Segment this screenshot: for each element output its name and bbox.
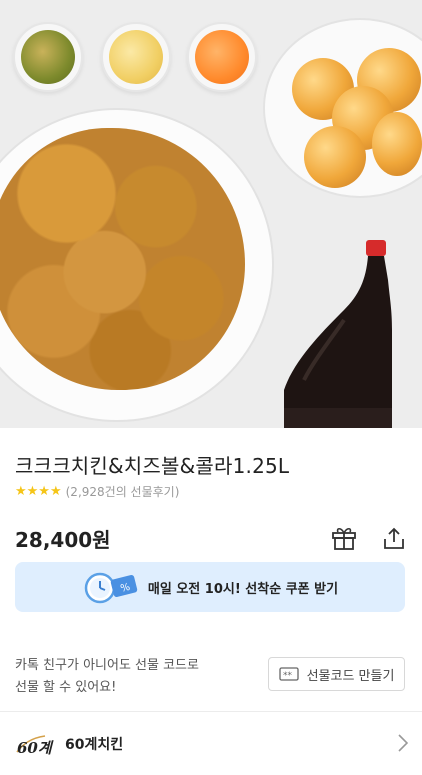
gift-icon bbox=[332, 527, 356, 550]
product-image bbox=[0, 0, 422, 428]
dip-sauce-orange bbox=[187, 22, 257, 92]
brand-logo: 60계 bbox=[15, 732, 55, 757]
svg-text:**: ** bbox=[283, 671, 293, 681]
share-button[interactable] bbox=[379, 523, 409, 553]
brand-name: 60계치킨 bbox=[65, 736, 124, 753]
gift-code-description: 카톡 친구가 아니어도 선물 코드로 선물 할 수 있어요! bbox=[15, 655, 199, 699]
rating-row[interactable]: ★★★★ (2,928건의 선물후기) bbox=[15, 483, 179, 500]
alarm-clock-icon: % bbox=[84, 572, 138, 604]
share-icon bbox=[384, 527, 404, 549]
star-rating-icon: ★★★★ bbox=[15, 484, 62, 499]
gift-code-line: 선물 할 수 있어요! bbox=[15, 680, 117, 695]
brand-row[interactable]: 60계 60계치킨 bbox=[0, 712, 422, 775]
dip-sauce-relish bbox=[13, 22, 83, 92]
gift-button[interactable] bbox=[329, 523, 359, 553]
coupon-text: 매일 오전 10시! 선착순 쿠폰 받기 bbox=[147, 581, 339, 597]
cheese-ball bbox=[372, 112, 422, 176]
gift-code-line: 카톡 친구가 아니어도 선물 코드로 bbox=[15, 658, 199, 673]
make-gift-code-button[interactable]: ** 선물코드 만들기 bbox=[268, 657, 405, 691]
chevron-right-icon bbox=[398, 734, 408, 752]
price: 28,400원 bbox=[15, 528, 111, 552]
ticket-icon: ** bbox=[278, 667, 299, 681]
product-title: 크크크치킨&치즈볼&콜라1.25L bbox=[15, 454, 290, 478]
make-gift-code-label: 선물코드 만들기 bbox=[306, 668, 395, 684]
cola-bottle bbox=[284, 240, 392, 428]
cheese-ball bbox=[304, 126, 366, 188]
dip-sauce-honey-mustard bbox=[101, 22, 171, 92]
coupon-banner[interactable]: % 매일 오전 10시! 선착순 쿠폰 받기 bbox=[15, 562, 405, 612]
brand-logo-text: 60계 bbox=[17, 739, 54, 756]
review-count: (2,928건의 선물후기) bbox=[65, 485, 180, 499]
